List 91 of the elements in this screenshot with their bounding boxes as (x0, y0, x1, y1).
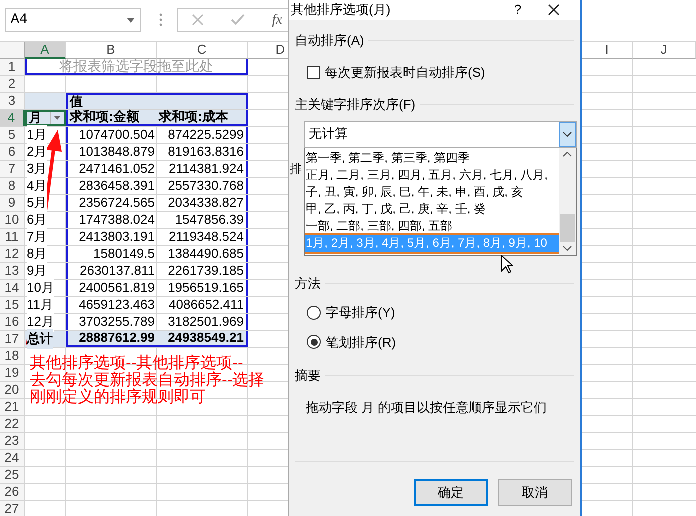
row-number[interactable]: 22 (0, 416, 25, 432)
row-number[interactable]: 21 (0, 399, 25, 415)
table-cell: 24938549.21 (157, 331, 248, 347)
row-number[interactable]: 14 (0, 280, 25, 296)
chevron-down-icon[interactable] (563, 246, 572, 250)
list-option[interactable]: 第一季, 第二季, 第三季, 第四季 (305, 150, 559, 166)
chevron-down-icon[interactable] (559, 122, 576, 146)
help-button[interactable]: ? (508, 0, 528, 20)
auto-sort-checkbox[interactable]: 每次更新报表时自动排序(S) (307, 62, 574, 82)
table-cell: 874225.5299 (157, 127, 248, 143)
section-heading: 方法 (295, 274, 321, 292)
name-box[interactable]: A4 (5, 8, 141, 32)
row-number[interactable]: 26 (0, 484, 25, 500)
section-heading: 摘要 (295, 367, 321, 385)
scrollbar-thumb[interactable] (560, 214, 575, 242)
row-number[interactable]: 11 (0, 229, 25, 245)
table-cell: 1747388.024 (66, 212, 157, 228)
row-number[interactable]: 13 (0, 263, 25, 279)
row-number[interactable]: 7 (0, 161, 25, 177)
row-number[interactable]: 19 (0, 365, 25, 381)
list-option[interactable]: 子, 丑, 寅, 卯, 辰, 巳, 午, 未, 申, 酉, 戌, 亥 (305, 184, 559, 200)
column-header[interactable]: J (633, 42, 696, 59)
annotation-text: 其他排序选项--其他排序选项-- 去勾每次更新报表自动排序--选择 刚刚定义的排序规则即可 (30, 355, 265, 406)
table-cell: 1547856.39 (157, 212, 248, 228)
covered-label: 排 (290, 160, 302, 178)
table-cell: 28887612.99 (66, 331, 157, 347)
list-option[interactable]: 正月, 二月, 三月, 四月, 五月, 六月, 七月, 八月, (305, 166, 559, 184)
function-button[interactable]: fx (272, 10, 282, 30)
row-number[interactable]: 15 (0, 297, 25, 313)
table-cell: 2034338.827 (157, 195, 248, 211)
list-option[interactable]: 一部, 二部, 三部, 四部, 五部 (305, 218, 559, 234)
row-number[interactable]: 4 (0, 110, 25, 126)
row-number[interactable]: 6 (0, 144, 25, 160)
table-cell: 2557330.768 (157, 178, 248, 194)
table-cell: 1384490.685 (157, 246, 248, 262)
column-header[interactable]: C (157, 42, 248, 59)
column-header[interactable]: B (66, 42, 157, 59)
column-header[interactable]: I (582, 42, 633, 59)
row-number[interactable]: 2 (0, 76, 25, 92)
column-header[interactable]: A (25, 42, 66, 59)
row-number[interactable]: 12 (0, 246, 25, 262)
table-cell: 1580149.5 (66, 246, 157, 262)
table-cell: 2471461.052 (66, 161, 157, 177)
table-cell: 4086652.411 (157, 297, 248, 313)
summary-text: 拖动字段 月 的项目以按任意顺序显示它们 (306, 398, 548, 416)
list-option[interactable]: 甲, 乙, 丙, 丁, 戊, 己, 庚, 辛, 壬, 癸 (305, 200, 559, 218)
table-cell: 2836458.391 (66, 178, 157, 194)
row-number[interactable]: 23 (0, 433, 25, 449)
row-number[interactable]: 1 (0, 59, 25, 75)
row-field-header[interactable]: 月 (25, 110, 66, 126)
table-cell: 819163.8316 (157, 144, 248, 160)
chevron-up-icon[interactable] (563, 152, 572, 156)
method-radio[interactable]: 笔划排序(R) (307, 332, 574, 352)
row-number[interactable]: 17 (0, 331, 25, 347)
row-number[interactable]: 16 (0, 314, 25, 330)
row-number[interactable]: 5 (0, 127, 25, 143)
row-number[interactable]: 3 (0, 93, 25, 109)
row-number[interactable]: 10 (0, 212, 25, 228)
row-number[interactable]: 9 (0, 195, 25, 211)
section-heading: 主关键字排序次序(F) (295, 96, 416, 114)
more-options-icon[interactable] (159, 13, 163, 27)
row-number[interactable]: 24 (0, 450, 25, 466)
table-cell: 4659123.463 (66, 297, 157, 313)
check-icon[interactable] (230, 14, 245, 26)
table-cell: 2119348.524 (157, 229, 248, 245)
select-all-corner[interactable] (0, 42, 25, 59)
scrollbar[interactable] (559, 148, 576, 254)
table-cell: 1074700.504 (66, 127, 157, 143)
filter-dropdown-icon[interactable] (50, 112, 63, 124)
row-number[interactable]: 25 (0, 467, 25, 483)
table-cell: 总计 (25, 331, 66, 347)
table-cell: 2356724.565 (66, 195, 157, 211)
table-cell: 2400561.819 (66, 280, 157, 296)
close-icon[interactable] (548, 4, 560, 16)
row-number[interactable]: 27 (0, 501, 25, 516)
row-number[interactable]: 18 (0, 348, 25, 364)
table-cell: 2630137.811 (66, 263, 157, 279)
method-radio[interactable]: 字母排序(Y) (307, 303, 574, 322)
table-cell: 2261739.185 (157, 263, 248, 279)
table-cell: 1956519.165 (157, 280, 248, 296)
table-cell: 2114381.924 (157, 161, 248, 177)
table-cell: 2413803.191 (66, 229, 157, 245)
row-number[interactable]: 8 (0, 178, 25, 194)
sort-order-dropdown[interactable]: 无计算 (304, 120, 577, 148)
caret-icon (127, 18, 135, 22)
table-cell (25, 93, 66, 109)
dialog-button[interactable]: 取消 (498, 479, 572, 506)
dialog-button[interactable]: 确定 (414, 479, 488, 506)
table-cell: 1013848.879 (66, 144, 157, 160)
row-number[interactable]: 20 (0, 382, 25, 398)
dialog-title: 其他排序选项(月) (291, 1, 392, 20)
